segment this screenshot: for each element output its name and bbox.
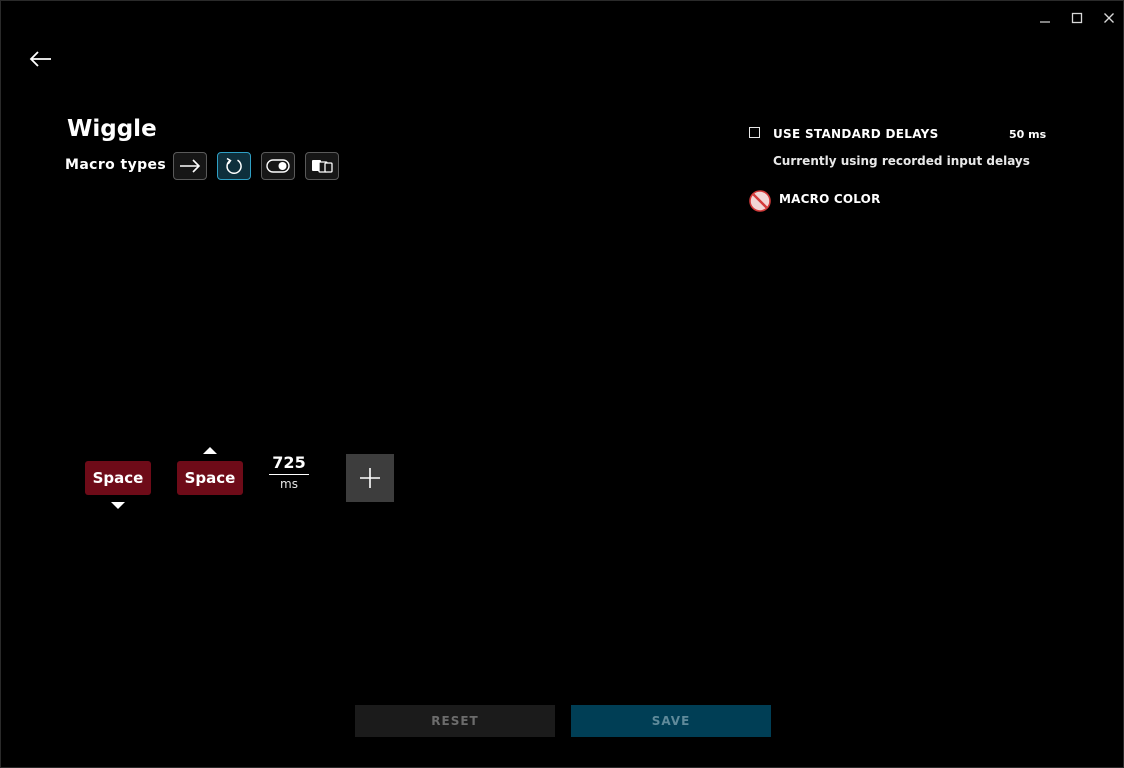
toggle-icon	[266, 159, 290, 173]
save-button[interactable]: SAVE	[571, 705, 771, 737]
macro-color-label[interactable]: MACRO COLOR	[779, 192, 881, 206]
back-button[interactable]	[25, 45, 57, 73]
reset-button[interactable]: RESET	[355, 705, 555, 737]
delays-note: Currently using recorded input delays	[773, 154, 1030, 168]
key-event-space-up[interactable]: Space	[177, 461, 243, 495]
macro-type-toggle-button[interactable]	[261, 152, 295, 180]
plus-icon	[360, 468, 380, 488]
arrow-right-icon	[180, 159, 201, 173]
key-down-arrow-icon	[111, 502, 125, 509]
sequence-icon	[312, 160, 333, 173]
delay-unit: ms	[280, 477, 298, 491]
macro-type-repeat-button[interactable]	[217, 152, 251, 180]
add-event-button[interactable]	[346, 454, 394, 502]
arrow-left-icon	[29, 51, 51, 67]
macro-type-no-repeat-button[interactable]	[173, 152, 207, 180]
app-window: Wiggle Macro types USE STANDARD DELAYS 5…	[0, 0, 1124, 768]
close-icon	[1104, 13, 1114, 23]
repeat-icon	[226, 157, 242, 175]
macro-name[interactable]: Wiggle	[67, 116, 157, 142]
minimize-icon	[1040, 21, 1050, 23]
minimize-button[interactable]	[1033, 7, 1057, 29]
use-standard-delays-label[interactable]: USE STANDARD DELAYS	[773, 127, 939, 141]
maximize-icon	[1071, 12, 1083, 24]
delay-event[interactable]: 725 ms	[269, 453, 309, 493]
no-color-icon	[749, 190, 771, 212]
standard-delay-value[interactable]: 50 ms	[1009, 128, 1046, 141]
key-up-arrow-icon	[203, 447, 217, 454]
close-button[interactable]	[1097, 7, 1121, 29]
key-event-space-down[interactable]: Space	[85, 461, 151, 495]
macro-type-sequence-button[interactable]	[305, 152, 339, 180]
maximize-button[interactable]	[1065, 7, 1089, 29]
macro-color-swatch[interactable]	[749, 190, 771, 212]
use-standard-delays-checkbox[interactable]	[749, 127, 760, 138]
macro-types-label: Macro types	[65, 157, 167, 173]
delay-value: 725	[269, 453, 309, 475]
